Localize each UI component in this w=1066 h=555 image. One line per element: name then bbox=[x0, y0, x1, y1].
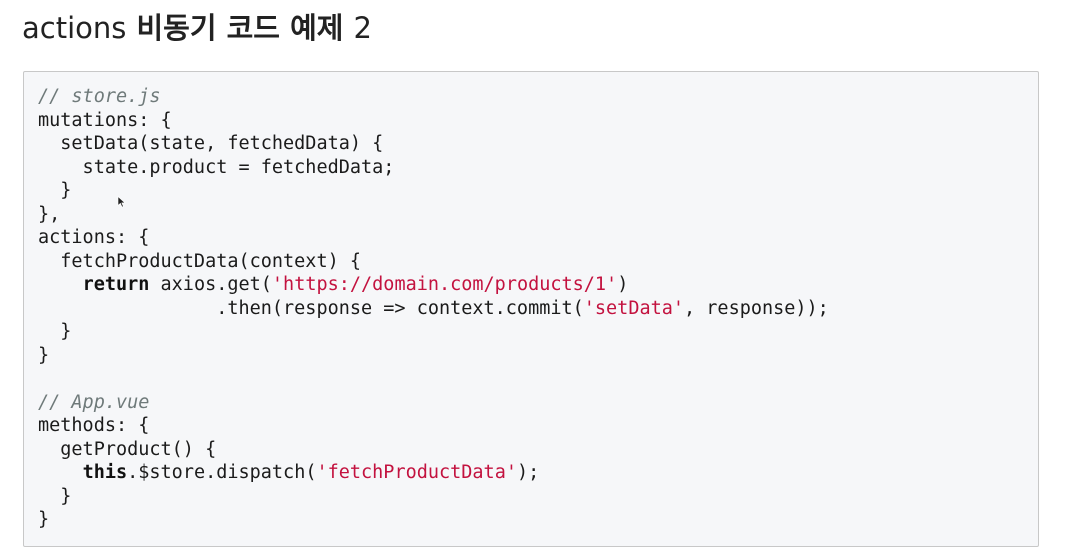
code-line: this.$store.dispatch('fetchProductData')… bbox=[38, 461, 829, 485]
page-title-en: actions bbox=[22, 11, 127, 45]
code-token-plain: mutations: { bbox=[38, 109, 172, 131]
code-token-plain: } bbox=[38, 485, 72, 507]
page-title: actions 비동기 코드 예제 2 bbox=[22, 8, 372, 48]
code-line: }, bbox=[38, 203, 829, 227]
code-token-plain: axios.get( bbox=[149, 274, 272, 295]
code-line: state.product = fetchedData; bbox=[38, 156, 829, 180]
page-title-number: 2 bbox=[353, 11, 372, 45]
code-token-plain: fetchProductData(context) { bbox=[38, 250, 362, 272]
code-token-comment: // App.vue bbox=[38, 391, 150, 413]
code-token-plain: } bbox=[38, 180, 72, 201]
code-line: // App.vue bbox=[38, 391, 829, 415]
code-line: getProduct() { bbox=[38, 438, 829, 462]
code-token-plain: state.product = fetchedData; bbox=[38, 156, 395, 178]
code-block[interactable]: // store.js mutations: { setData(state, f… bbox=[23, 71, 1039, 547]
code-line: methods: { bbox=[38, 414, 829, 438]
code-token-plain: } bbox=[38, 509, 50, 530]
code-line: } bbox=[38, 344, 829, 368]
code-token-plain: ) bbox=[617, 274, 629, 295]
code-line: // store.js bbox=[38, 85, 829, 109]
code-token-plain: .then(response => context.commit( bbox=[38, 297, 584, 319]
code-token-plain: } bbox=[38, 321, 72, 342]
code-line: return axios.get('https://domain.com/pro… bbox=[38, 273, 829, 297]
code-line: } bbox=[38, 320, 829, 344]
page-title-ko: 비동기 코드 예제 bbox=[136, 11, 344, 45]
code-token-plain: ); bbox=[516, 462, 540, 483]
code-token-string: 'https://domain.com/products/1' bbox=[271, 274, 618, 295]
code-line: mutations: { bbox=[38, 109, 829, 133]
code-line: } bbox=[38, 179, 829, 203]
mouse-pointer-icon bbox=[117, 196, 126, 208]
code-line: } bbox=[38, 508, 829, 532]
code-line: fetchProductData(context) { bbox=[38, 250, 829, 274]
code-token-keyword: this bbox=[82, 462, 128, 483]
code-token-plain: .$store.dispatch( bbox=[127, 462, 317, 483]
code-token-plain: actions: { bbox=[38, 227, 150, 248]
code-token-plain: methods: { bbox=[38, 415, 150, 436]
code-token-plain: setData(state, fetchedData) { bbox=[38, 133, 384, 154]
code-text: // store.js mutations: { setData(state, f… bbox=[38, 85, 829, 532]
code-token-plain: , response)); bbox=[684, 297, 829, 319]
code-line: .then(response => context.commit('setDat… bbox=[38, 297, 829, 321]
code-token-string: 'fetchProductData' bbox=[316, 462, 517, 483]
code-token-string: 'setData' bbox=[583, 297, 685, 319]
code-token-plain: getProduct() { bbox=[38, 438, 217, 460]
code-line: setData(state, fetchedData) { bbox=[38, 132, 829, 156]
code-token-keyword: return bbox=[82, 274, 150, 295]
code-line: } bbox=[38, 485, 829, 509]
code-token-plain: } bbox=[38, 344, 50, 366]
code-token-plain: }, bbox=[38, 203, 61, 225]
code-token-comment: // store.js bbox=[38, 86, 161, 107]
code-line: actions: { bbox=[38, 226, 829, 250]
